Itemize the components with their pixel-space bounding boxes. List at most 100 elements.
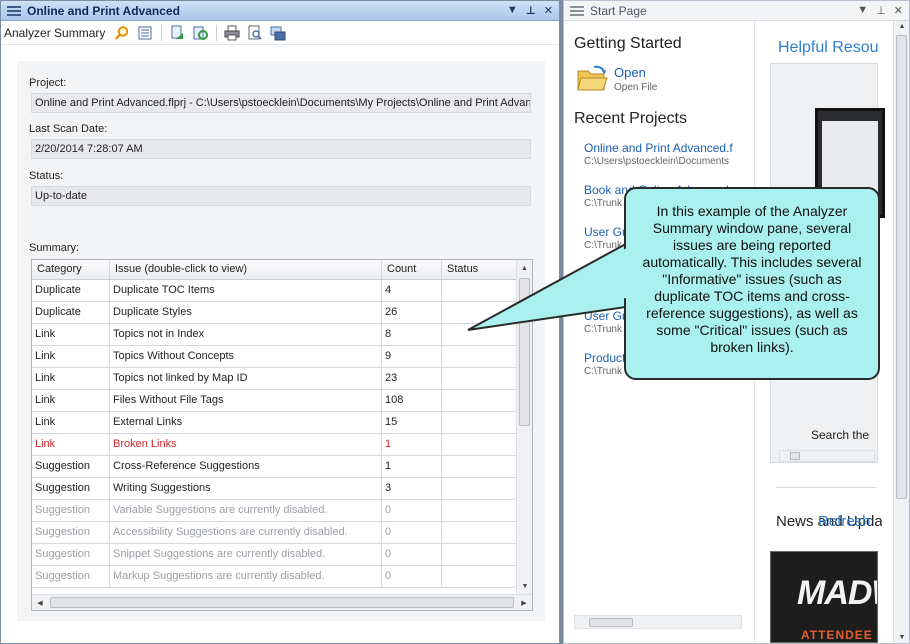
cell-count: 9 (382, 346, 442, 367)
search-icon[interactable] (113, 24, 131, 42)
cell-status (442, 566, 518, 587)
start-column-scroll-thumb[interactable] (589, 618, 633, 627)
start-page-vertical-scrollbar[interactable]: ▲ ▼ (893, 21, 909, 643)
news-banner-word: MADW (797, 574, 877, 612)
table-row[interactable]: Link Topics Without Concepts 9 (32, 346, 518, 368)
analyzer-pane-title: Online and Print Advanced (27, 3, 180, 18)
cell-issue: Topics not in Index (110, 324, 382, 345)
table-row[interactable]: Suggestion Writing Suggestions 3 (32, 478, 518, 500)
cell-issue: Broken Links (110, 434, 382, 455)
cell-status (442, 302, 518, 323)
cell-category: Suggestion (32, 456, 110, 477)
cell-category: Suggestion (32, 500, 110, 521)
export-icon[interactable] (168, 24, 186, 42)
column-header-status[interactable]: Status (442, 260, 518, 279)
table-row[interactable]: Suggestion Variable Suggestions are curre… (32, 500, 518, 522)
cell-issue: Cross-Reference Suggestions (110, 456, 382, 477)
helpful-resources-heading[interactable]: Helpful Resources (778, 39, 878, 57)
cell-category: Suggestion (32, 478, 110, 499)
project-label: Project: (29, 77, 67, 89)
cell-count: 1 (382, 434, 442, 455)
news-banner-image[interactable]: MADW ATTENDEE (770, 551, 878, 643)
close-icon[interactable]: ✕ (544, 4, 553, 17)
summary-panel: Project: Online and Print Advanced.flprj… (17, 61, 545, 621)
pane-dropdown-icon[interactable]: ▼ (857, 4, 868, 17)
list-icon[interactable] (136, 24, 154, 42)
cell-status (442, 478, 518, 499)
grid-vertical-scroll-thumb[interactable] (519, 278, 530, 426)
refresh-icon[interactable] (191, 24, 209, 42)
news-refresh-link[interactable]: Refresh (818, 513, 871, 530)
table-row[interactable]: Suggestion Snippet Suggestions are curren… (32, 544, 518, 566)
cell-status (442, 368, 518, 389)
cell-status (442, 346, 518, 367)
open-link-title[interactable]: Open (614, 65, 657, 80)
table-row[interactable]: Link Broken Links 1 (32, 434, 518, 456)
pane-dropdown-icon[interactable]: ▼ (507, 4, 518, 17)
scroll-right-icon[interactable]: ▶ (516, 595, 532, 610)
cell-status (442, 500, 518, 521)
column-header-issue[interactable]: Issue (double-click to view) (110, 260, 382, 279)
video-panel-scroll-thumb[interactable] (790, 452, 800, 460)
cell-status (442, 324, 518, 345)
cell-category: Link (32, 412, 110, 433)
column-header-category[interactable]: Category (32, 260, 110, 279)
cell-status (442, 412, 518, 433)
table-row[interactable]: Duplicate Duplicate TOC Items 4 (32, 280, 518, 302)
summary-grid[interactable]: Category Issue (double-click to view) Co… (31, 259, 533, 611)
scroll-down-icon[interactable]: ▼ (517, 578, 532, 594)
table-row[interactable]: Link Files Without File Tags 108 (32, 390, 518, 412)
table-row[interactable]: Duplicate Duplicate Styles 26 (32, 302, 518, 324)
recent-project-item[interactable]: Online and Print Advanced.f C:\Users\psto… (584, 141, 744, 167)
cell-count: 1 (382, 456, 442, 477)
cell-count: 26 (382, 302, 442, 323)
analyzer-pane-titlebar[interactable]: Online and Print Advanced ▼ ⊥ ✕ (1, 1, 559, 21)
cell-issue: Accessibility Suggestions are currently … (110, 522, 382, 543)
menu-grip-icon[interactable] (570, 5, 584, 16)
cell-category: Link (32, 346, 110, 367)
recent-project-name[interactable]: Online and Print Advanced.f (584, 141, 744, 155)
cell-count: 23 (382, 368, 442, 389)
cell-issue: Duplicate Styles (110, 302, 382, 323)
scroll-left-icon[interactable]: ◀ (32, 595, 48, 610)
cell-category: Duplicate (32, 302, 110, 323)
pin-icon[interactable]: ⊥ (876, 4, 886, 17)
grid-horizontal-scroll-thumb[interactable] (50, 597, 514, 608)
video-panel-scrollbar[interactable] (779, 450, 875, 462)
start-page-titlebar[interactable]: Start Page ▼ ⊥ ✕ (564, 1, 909, 21)
cell-issue: Topics Without Concepts (110, 346, 382, 367)
layout-icon[interactable] (269, 24, 287, 42)
summary-label: Summary: (29, 242, 80, 254)
table-row[interactable]: Link Topics not linked by Map ID 23 (32, 368, 518, 390)
cell-status (442, 456, 518, 477)
close-icon[interactable]: ✕ (894, 4, 903, 17)
section-divider (776, 487, 876, 488)
start-page-scroll-thumb[interactable] (896, 35, 907, 499)
print-icon[interactable] (223, 24, 241, 42)
grid-vertical-scrollbar[interactable]: ▲ ▼ (516, 260, 532, 594)
menu-grip-icon[interactable] (7, 5, 21, 16)
pin-icon[interactable]: ⊥ (526, 4, 536, 17)
start-column-horizontal-scrollbar[interactable] (574, 615, 742, 629)
project-field[interactable]: Online and Print Advanced.flprj - C:\Use… (31, 93, 531, 113)
column-header-count[interactable]: Count (382, 260, 442, 279)
open-file-link[interactable]: Open Open File (576, 65, 657, 96)
grid-horizontal-scrollbar[interactable]: ◀ ▶ (32, 594, 532, 610)
print-preview-icon[interactable] (246, 24, 264, 42)
table-row[interactable]: Link External Links 15 (32, 412, 518, 434)
scroll-down-icon[interactable]: ▼ (894, 634, 910, 641)
cell-count: 0 (382, 544, 442, 565)
callout-text: In this example of the Analyzer Summary … (642, 203, 862, 355)
table-row[interactable]: Suggestion Cross-Reference Suggestions 1 (32, 456, 518, 478)
status-field[interactable]: Up-to-date (31, 186, 531, 206)
cell-category: Link (32, 368, 110, 389)
scroll-up-icon[interactable]: ▲ (894, 23, 910, 30)
scroll-up-icon[interactable]: ▲ (517, 260, 532, 276)
last-scan-field[interactable]: 2/20/2014 7:28:07 AM (31, 139, 531, 159)
cell-count: 8 (382, 324, 442, 345)
table-row[interactable]: Link Topics not in Index 8 (32, 324, 518, 346)
recent-projects-heading: Recent Projects (574, 110, 687, 127)
table-row[interactable]: Suggestion Markup Suggestions are current… (32, 566, 518, 588)
cell-count: 108 (382, 390, 442, 411)
table-row[interactable]: Suggestion Accessibility Suggestions are … (32, 522, 518, 544)
